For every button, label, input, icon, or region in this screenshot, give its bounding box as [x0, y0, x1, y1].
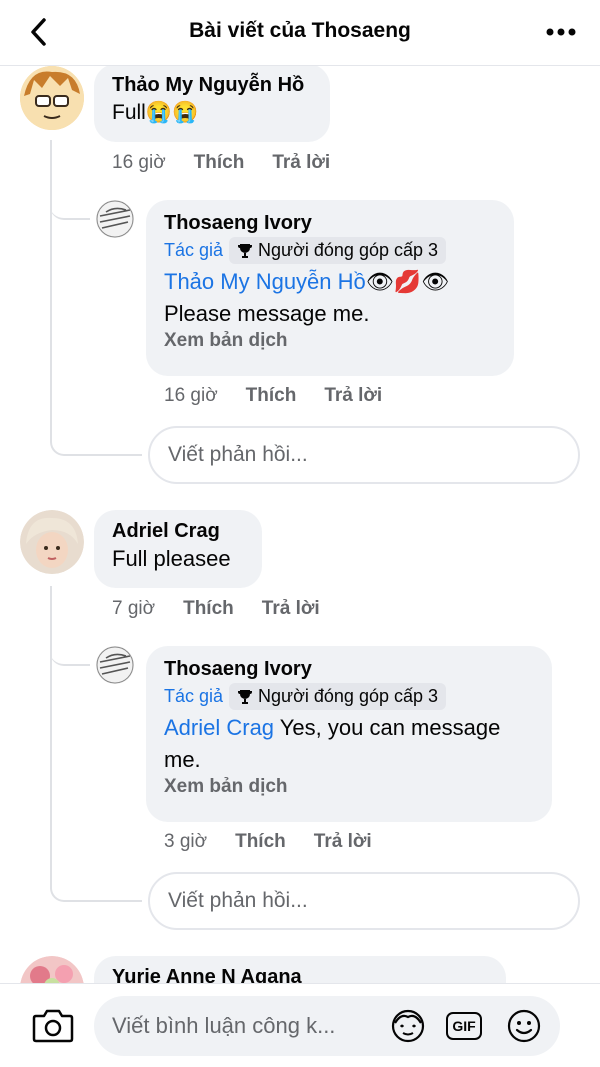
reply-bubble[interactable]: Thosaeng Ivory Tác giả Người đóng góp cấ… — [146, 646, 552, 822]
more-horizontal-icon — [546, 28, 576, 36]
eyes-lips-emoji-icon: 👁💋👁 — [365, 269, 450, 294]
comment-input-placeholder: Viết bình luận công k... — [112, 1013, 336, 1038]
badge-row: Tác giả Người đóng góp cấp 3 — [164, 237, 514, 264]
comment-author[interactable]: Adriel Crag — [112, 520, 244, 543]
crying-emoji-icon: 😭😭 — [145, 101, 199, 124]
trophy-icon — [238, 689, 253, 704]
like-button[interactable]: Thích — [246, 385, 297, 407]
contributor-badge: Người đóng góp cấp 3 — [229, 237, 447, 264]
mention-link[interactable]: Adriel Crag — [164, 715, 274, 740]
reply-button[interactable]: Trả lời — [324, 385, 382, 407]
avatar[interactable] — [20, 510, 84, 574]
thread-connector — [50, 866, 142, 902]
reply-input[interactable]: Viết phản hồi... — [148, 872, 580, 930]
emoji-button[interactable] — [506, 1008, 542, 1044]
reply-actions: 16 giờ Thích Trả lời — [164, 385, 382, 407]
reply-input-placeholder: Viết phản hồi... — [168, 443, 308, 466]
comment-bubble[interactable]: Thảo My Nguyễn Hồ Full😭😭 — [94, 64, 330, 142]
author-badge: Tác giả — [164, 240, 224, 260]
mention-link[interactable]: Thảo My Nguyễn Hồ — [164, 269, 366, 294]
comment-actions: 7 giờ Thích Trả lời — [112, 598, 320, 620]
reply-button[interactable]: Trả lời — [272, 152, 330, 174]
badge-row: Tác giả Người đóng góp cấp 3 — [164, 683, 552, 710]
comment-time: 7 giờ — [112, 598, 156, 619]
smiley-icon — [507, 1009, 541, 1043]
reply-bubble[interactable]: Thosaeng Ivory Tác giả Người đóng góp cấ… — [146, 200, 514, 376]
gif-icon: GIF — [446, 1012, 482, 1040]
comment-bubble[interactable]: Adriel Crag Full pleasee — [94, 510, 262, 588]
reply-text: Thảo My Nguyễn Hồ👁💋👁 — [164, 266, 514, 298]
comment-text: Full😭😭 — [112, 101, 199, 124]
like-button[interactable]: Thích — [194, 152, 245, 174]
more-options-button[interactable] — [544, 18, 578, 46]
avatar-sticker-icon — [391, 1009, 425, 1043]
avatar[interactable] — [20, 66, 84, 130]
avatar[interactable] — [96, 200, 134, 238]
contributor-badge: Người đóng góp cấp 3 — [229, 683, 447, 710]
reply-input[interactable]: Viết phản hồi... — [148, 426, 580, 484]
reply-button[interactable]: Trả lời — [262, 598, 320, 620]
like-button[interactable]: Thích — [235, 831, 286, 853]
reply-text: Adriel Crag Yes, you can message — [164, 715, 501, 740]
camera-icon — [32, 1009, 74, 1043]
avatar-sticker-button[interactable] — [390, 1008, 426, 1044]
comment-input[interactable]: Viết bình luận công k... GIF — [94, 996, 560, 1056]
comment-time: 16 giờ — [112, 152, 166, 173]
reply-time: 16 giờ — [164, 385, 218, 406]
thread-line — [50, 140, 52, 440]
thread-connector — [50, 420, 142, 456]
comment-text: Full pleasee — [112, 546, 231, 571]
thread-line — [50, 586, 52, 886]
see-translation-link[interactable]: Xem bản dịch — [164, 330, 514, 352]
reply-actions: 3 giờ Thích Trả lời — [164, 831, 372, 853]
like-button[interactable]: Thích — [183, 598, 234, 620]
reply-time: 3 giờ — [164, 831, 208, 852]
comment-actions: 16 giờ Thích Trả lời — [112, 152, 330, 174]
thread-connector — [50, 198, 90, 220]
page-title: Bài viết của Thosaeng — [189, 19, 411, 42]
camera-button[interactable] — [32, 1006, 74, 1046]
thread-connector — [50, 644, 90, 666]
reply-text: Please message me. — [164, 301, 370, 326]
reply-text: me. — [164, 747, 201, 772]
comment-author[interactable]: Thảo My Nguyễn Hồ — [112, 74, 312, 97]
reply-button[interactable]: Trả lời — [314, 831, 372, 853]
reply-author[interactable]: Thosaeng Ivory — [164, 212, 514, 235]
reply-input-placeholder: Viết phản hồi... — [168, 889, 308, 912]
trophy-icon — [238, 243, 253, 258]
reply-author[interactable]: Thosaeng Ivory — [164, 658, 552, 681]
gif-button[interactable]: GIF — [446, 1008, 482, 1044]
author-badge: Tác giả — [164, 686, 224, 706]
see-translation-link[interactable]: Xem bản dịch — [164, 776, 552, 798]
top-navigation-bar: Bài viết của Thosaeng — [0, 0, 600, 66]
comment-composer-bar: Viết bình luận công k... GIF — [0, 983, 600, 1067]
avatar[interactable] — [96, 646, 134, 684]
